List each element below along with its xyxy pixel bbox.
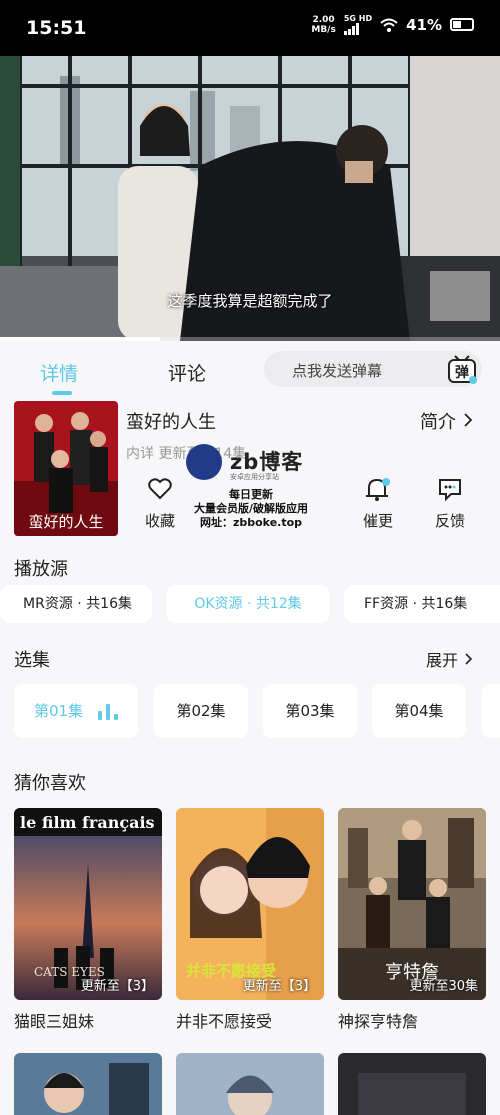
chevron-right-icon	[465, 653, 473, 665]
episode-label: 第01集	[34, 702, 84, 720]
recommend-poster: le film français CATS EYES	[14, 808, 162, 1000]
intro-link[interactable]: 简介	[420, 408, 474, 434]
feedback-label: 反馈	[434, 512, 465, 530]
status-time: 15:51	[26, 17, 87, 39]
network-type: 5G HD	[343, 14, 373, 23]
watermark-logo	[186, 444, 222, 480]
signal-icon: 5G HD	[343, 14, 373, 35]
detail-tabs: 详情 评论 点我发送弹幕 弹	[0, 341, 500, 399]
video-player[interactable]: 这季度我算是超额完成了	[0, 56, 500, 341]
episode-item[interactable]: 第01集	[14, 684, 138, 738]
network-speed-value: 2.00	[312, 14, 335, 25]
wifi-icon	[380, 18, 398, 32]
episode-item[interactable]: 第04集	[372, 684, 466, 738]
show-poster[interactable]: 蛮好的人生	[14, 401, 118, 536]
urge-update-button[interactable]: 催更	[352, 476, 404, 531]
show-title: 蛮好的人生	[126, 412, 216, 433]
poster-title-text: 蛮好的人生	[28, 513, 103, 531]
source-name: FF资源	[364, 596, 409, 612]
source-count: · 共16集	[412, 596, 468, 612]
watermark-sub: 安卓应用分享站	[230, 473, 279, 481]
recommend-card-partial[interactable]	[14, 1053, 162, 1115]
episode-item-partial[interactable]	[482, 684, 500, 738]
feedback-icon	[439, 479, 461, 502]
tab-comments[interactable]: 评论	[168, 359, 206, 386]
recommend-card-partial[interactable]	[176, 1053, 324, 1115]
video-subtitle: 这季度我算是超额完成了	[167, 292, 333, 310]
heart-icon	[148, 478, 172, 500]
network-speed-unit: MB/s	[311, 24, 336, 35]
recommend-card[interactable]: 亨特詹 更新至30集	[338, 808, 486, 1000]
source-name: OK资源	[194, 596, 243, 612]
recommend-poster: 并非不愿接受	[176, 808, 324, 1000]
recommend-poster	[338, 1053, 486, 1115]
recommend-poster	[176, 1053, 324, 1115]
chevron-right-icon	[464, 413, 473, 427]
sources-title: 播放源	[14, 559, 68, 580]
playing-icon	[98, 704, 118, 720]
recommend-card-title[interactable]: 猫眼三姐妹	[14, 1008, 94, 1032]
source-chip-ok[interactable]: OK资源 · 共12集	[166, 585, 330, 623]
recommend-poster-text: le film français	[20, 813, 155, 832]
episodes-title: 选集	[14, 650, 50, 671]
watermark-line3: 网址：zbboke.top	[199, 516, 303, 529]
source-count: · 共16集	[77, 596, 132, 612]
recommend-card-title[interactable]: 神探亨特詹	[338, 1008, 418, 1032]
recommend-badge: 更新至30集	[409, 979, 478, 994]
battery-percent: 41%	[406, 15, 442, 34]
recommend-card[interactable]: le film français CATS EYES 更新至【3】	[14, 808, 162, 1000]
danmaku-placeholder: 点我发送弹幕	[292, 362, 383, 380]
source-chip-ff[interactable]: FF资源 · 共16集	[344, 585, 500, 623]
status-right: 2.00 MB/s 5G HD 41%	[311, 14, 474, 35]
tab-details[interactable]: 详情	[40, 359, 78, 386]
tab-active-indicator	[52, 391, 72, 395]
danmaku-icon-text: 弹	[455, 364, 469, 381]
recommend-poster: 亨特詹	[338, 808, 486, 1000]
episodes-expand-button[interactable]: 展开	[426, 647, 473, 671]
expand-label: 展开	[426, 651, 459, 670]
recommend-card[interactable]: 并非不愿接受 更新至【3】	[176, 808, 324, 1000]
urge-update-label: 催更	[362, 512, 393, 530]
feedback-button[interactable]: 反馈	[424, 476, 476, 531]
source-chip-mr[interactable]: MR资源 · 共16集	[0, 585, 152, 623]
recommend-card-title[interactable]: 并非不愿接受	[176, 1008, 272, 1032]
recommend-badge: 更新至【3】	[80, 979, 154, 994]
network-speed: 2.00 MB/s	[311, 15, 335, 35]
intro-label: 简介	[420, 412, 456, 433]
status-bar: 15:51 2.00 MB/s 5G HD 41%	[0, 0, 500, 56]
episode-item[interactable]: 第03集	[263, 684, 357, 738]
recommend-card-partial[interactable]	[338, 1053, 486, 1115]
favorite-label: 收藏	[144, 512, 175, 530]
recommend-badge: 更新至【3】	[242, 979, 316, 994]
battery-icon	[450, 18, 474, 31]
source-count: · 共12集	[246, 596, 302, 612]
source-name: MR资源	[23, 596, 73, 612]
danmaku-toggle-icon[interactable]: 弹	[446, 353, 478, 385]
recommend-poster	[14, 1053, 162, 1115]
watermark-overlay: zb博客 安卓应用分享站 每日更新 大量会员版/破解版应用 网址：zbboke.…	[186, 440, 316, 530]
recommend-title: 猜你喜欢	[14, 773, 86, 794]
bell-icon	[366, 478, 390, 501]
episode-item[interactable]: 第02集	[154, 684, 248, 738]
show-poster-image: 蛮好的人生	[14, 401, 118, 536]
favorite-button[interactable]: 收藏	[134, 476, 186, 531]
danmaku-input[interactable]: 点我发送弹幕 弹	[264, 351, 482, 387]
